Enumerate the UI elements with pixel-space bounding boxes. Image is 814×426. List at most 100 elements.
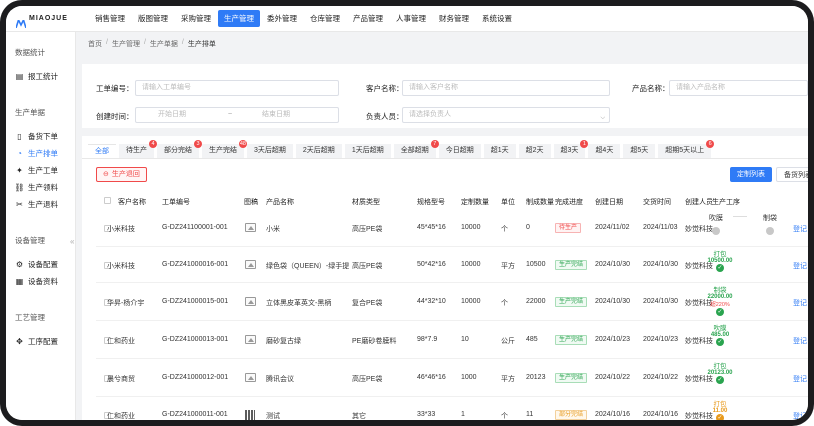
sidebar-group-title: 生产单据 (15, 108, 45, 117)
made-quantity: 20123 (526, 374, 546, 381)
register-link[interactable]: 登记 (793, 261, 807, 271)
status-tab[interactable]: 2天后超期 (295, 144, 342, 158)
status-tab[interactable]: 超3天 1 (553, 140, 589, 158)
status-tab[interactable]: 生产完结 48 (202, 140, 247, 158)
status-tab[interactable]: 今日超期 (438, 144, 481, 158)
status-tab[interactable]: 1天后超期 (344, 144, 391, 158)
register-link[interactable]: 登记 (793, 224, 807, 234)
status-tab[interactable]: 超期5天以上 6 (658, 140, 715, 158)
table-row: 晨兮商贸 G-DZ241000012-001 腾讯会议 高压PE袋 46*46*16 10… (96, 359, 808, 397)
link-icon: ⛓ (14, 183, 25, 192)
move-icon: ✥ (16, 337, 23, 346)
nav-item-1[interactable]: 销售管理 (89, 10, 131, 27)
created-date-range[interactable]: 开始日期 ~ 结束日期 (135, 107, 339, 123)
status-tab[interactable]: 超2天 (518, 144, 551, 158)
work-order-number: G-DZ241000013-001 (162, 336, 229, 343)
status-tab-label: 今日超期 (445, 147, 474, 154)
delivery-date: 2024/11/03 (643, 224, 678, 231)
breadcrumb-item[interactable]: 生产单据 (150, 39, 178, 49)
nav-item-6[interactable]: 仓库管理 (304, 10, 346, 27)
made-quantity: 10500 (526, 261, 546, 268)
app-logo[interactable]: MIAOJUE (6, 6, 76, 32)
process-step: 打包 10500.00 ✓ (705, 248, 735, 272)
customer-name: 晨兮商贸 (107, 376, 135, 383)
status-tab-label: 超3天 (560, 147, 579, 154)
breadcrumb-item[interactable]: 生产管理 (112, 39, 140, 49)
unit: 个 (501, 413, 508, 420)
customer-input[interactable]: 请输入客户名称 (402, 80, 610, 96)
nav-item-3[interactable]: 采购管理 (175, 10, 217, 27)
breadcrumb-item[interactable]: 首页 (88, 39, 102, 49)
register-link[interactable]: 登记 (793, 298, 807, 308)
custom-list-button[interactable]: 定制列表 (730, 167, 772, 182)
owner-label: 负责人员： (366, 112, 404, 121)
image-icon[interactable] (245, 335, 256, 344)
nav-item-2[interactable]: 版图管理 (132, 10, 174, 27)
sidebar-item-label: 备货下单 (28, 132, 58, 141)
sidebar-item-label: 工序配置 (28, 337, 58, 346)
work-no-input[interactable]: 请输入工单编号 (135, 80, 339, 96)
sidebar-item[interactable]: ▦ 设备资料 (6, 273, 75, 290)
sidebar-item[interactable]: ▤ 报工统计 (6, 68, 75, 85)
return-production-button[interactable]: ⊖ 生产退回 (96, 167, 147, 182)
nav-item-5[interactable]: 委外管理 (261, 10, 303, 27)
status-tab[interactable]: 超1天 (483, 144, 516, 158)
register-link[interactable]: 登记 (793, 411, 807, 420)
material-type: 复合PE袋 (352, 300, 383, 307)
sidebar-item[interactable]: ✥ 工序配置 (6, 333, 75, 350)
nav-item-4[interactable]: 生产管理 (218, 10, 260, 27)
nav-item-8[interactable]: 人事管理 (390, 10, 432, 27)
dashboard-icon: ◔ (17, 149, 22, 158)
register-link[interactable]: 登记 (793, 336, 807, 346)
status-tab[interactable]: 3天后超期 (247, 144, 293, 158)
image-icon[interactable] (245, 260, 256, 269)
column-header: 客户名称 (118, 199, 146, 206)
sidebar-item[interactable]: ▯ 备货下单 (6, 128, 75, 145)
column-header: 图稿 (244, 199, 258, 206)
sidebar-item[interactable]: ✂ 生产退料 (6, 196, 75, 213)
sidebar-item[interactable]: ⛓ 生产领料 (6, 179, 75, 196)
product-input[interactable]: 请输入产品名称 (669, 80, 808, 96)
register-link[interactable]: 登记 (793, 374, 807, 384)
sidebar-group-title: 数据统计 (15, 48, 45, 57)
select-all-checkbox[interactable] (104, 197, 111, 204)
nav-item-10[interactable]: 系统设置 (476, 10, 518, 27)
status-tab[interactable]: 部分完结 3 (157, 140, 202, 158)
status-tab[interactable]: 超4天 (588, 144, 621, 158)
table-row: 小米科技 G-DZ241100001-001 小米 高压PE袋 45*45*16 1000… (96, 209, 808, 247)
made-quantity: 11 (526, 411, 534, 418)
product-name: 腾讯会议 (266, 376, 294, 383)
created-label: 创建时间： (96, 112, 134, 121)
sidebar-collapse-icon[interactable]: « (70, 237, 78, 251)
unit: 个 (501, 226, 508, 233)
table-row: 仁和药业 G-DZ241000013-001 磨砂复古绿 PE磨砂卷膜料 98*7.9 1… (96, 321, 808, 359)
custom-quantity: 10 (461, 336, 469, 343)
sidebar-item[interactable]: ◔ 生产排单 (6, 145, 75, 162)
status-tab[interactable]: 待生产 4 (119, 140, 157, 158)
image-icon[interactable] (245, 297, 256, 306)
unit: 平方 (501, 263, 515, 270)
nav-item-7[interactable]: 产品管理 (347, 10, 389, 27)
nav-item-9[interactable]: 财务管理 (433, 10, 475, 27)
qr-code-icon[interactable] (245, 410, 255, 420)
column-header: 创建日期 (595, 199, 623, 206)
column-header: 规格型号 (417, 199, 445, 206)
creator: 妙觉科技 (685, 226, 713, 233)
owner-select[interactable]: 请选择负责人 ⌵ (402, 107, 610, 123)
created-date: 2024/10/23 (595, 336, 631, 343)
status-tab[interactable]: 全部超期 7 (393, 140, 439, 158)
status-tab[interactable]: 全部 (88, 144, 116, 158)
image-icon[interactable] (245, 373, 256, 382)
process-step-name: 吹膜 (713, 325, 727, 332)
sidebar-item[interactable]: ✦ 生产工单 (6, 162, 75, 179)
column-header: 生产工序 (712, 199, 740, 206)
chevron-down-icon: ⌵ (600, 115, 605, 121)
stock-list-button[interactable]: 备货列表 (776, 167, 808, 182)
sidebar-item[interactable]: ⚙ 设备配置 (6, 256, 75, 273)
breadcrumb: 首页 / 生产管理 / 生产单据 / 生产排单 (88, 39, 216, 49)
count-badge: 6 (706, 140, 715, 148)
status-tab[interactable]: 超5天 (623, 144, 656, 158)
pin-icon: ✦ (16, 166, 23, 175)
made-quantity: 0 (526, 224, 530, 231)
image-icon[interactable] (245, 223, 256, 232)
